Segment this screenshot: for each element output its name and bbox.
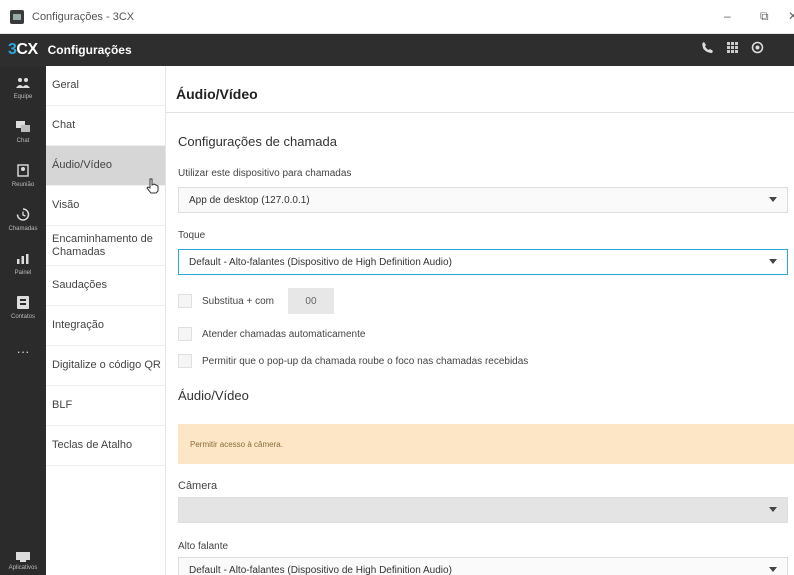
ringtone-value: Default - Alto-falantes (Dispositivo de … [189,256,452,268]
ring-label: Toque [178,230,206,241]
popup-focus-checkbox[interactable] [178,354,192,368]
header-actions [701,41,764,57]
rail-item-team[interactable]: Equipe [0,66,46,110]
auto-answer-checkbox[interactable] [178,327,192,341]
menu-item-label: Áudio/Vídeo [52,159,112,171]
dialpad-icon[interactable] [726,41,739,57]
hand-cursor-icon [146,178,160,198]
camera-warning-text: Permitir acesso à câmera. [190,439,283,449]
rail-item-meeting[interactable]: Reunião [0,154,46,198]
speaker-select[interactable]: Default - Alto-falantes (Dispositivo de … [178,557,788,575]
close-icon[interactable]: ✕ [788,9,794,23]
menu-item-chat[interactable]: Chat [46,106,165,146]
rail-item-contacts[interactable]: Contatos [0,286,46,330]
chevron-down-icon [769,567,777,572]
menu-item-greetings[interactable]: Saudações [46,266,165,306]
replace-plus-input[interactable]: 00 [287,288,334,314]
page-title: Áudio/Vídeo [176,86,258,102]
settings-menu: Geral Chat Áudio/Vídeo Visão Encaminhame… [46,66,166,575]
rail-item-more[interactable]: ··· [0,330,46,374]
popup-focus-label: Permitir que o pop-up da chamada roube o… [202,355,529,367]
settings-gear-icon[interactable] [751,41,764,57]
device-label: Utilizar este dispositivo para chamadas [178,168,352,179]
speaker-label: Alto falante [178,541,229,552]
contacts-icon [17,296,29,312]
call-device-value: App de desktop (127.0.0.1) [189,194,310,206]
apps-icon [0,551,46,565]
replace-plus-checkbox[interactable] [178,294,192,308]
menu-item-shortcuts[interactable]: Teclas de Atalho [46,426,165,466]
maximize-icon[interactable]: ⧉ [760,9,769,24]
window-title: Configurações - 3CX [32,10,135,23]
app-header: 3CX Configurações [0,34,794,66]
chevron-down-icon [769,259,777,264]
auto-answer-row: Atender chamadas automaticamente [178,327,365,341]
more-icon: ··· [16,344,30,359]
menu-item-integration[interactable]: Integração [46,306,165,346]
rail-item-panel[interactable]: Painel [0,242,46,286]
app-icon [10,9,24,24]
call-device-select[interactable]: App de desktop (127.0.0.1) [178,187,788,213]
camera-permission-warning[interactable]: Permitir acesso à câmera. [178,424,794,464]
meeting-icon [16,164,30,180]
3cx-logo: 3CX [8,41,38,58]
header-title: Configurações [47,43,132,57]
popup-focus-row: Permitir que o pop-up da chamada roube o… [178,354,528,368]
team-icon [16,77,30,92]
panel-icon [16,253,30,268]
calls-icon [16,208,30,224]
minimize-icon[interactable]: – [724,9,731,23]
audio-video-heading: Áudio/Vídeo [178,388,249,403]
menu-item-scan-qr[interactable]: Digitalize o código QR [46,346,165,386]
auto-answer-label: Atender chamadas automaticamente [202,328,366,340]
chevron-down-icon [769,507,777,512]
ringtone-select[interactable]: Default - Alto-falantes (Dispositivo de … [178,249,788,275]
menu-item-blf[interactable]: BLF [46,386,165,426]
replace-plus-row: Substitua + com 00 [178,288,334,314]
settings-content: Áudio/Vídeo Configurações de chamada Uti… [166,66,794,575]
speaker-value: Default - Alto-falantes (Dispositivo de … [189,564,452,575]
camera-label: Câmera [178,480,218,492]
divider [166,112,794,113]
rail-item-chat[interactable]: Chat [0,110,46,154]
menu-item-call-forwarding[interactable]: Encaminhamento de Chamadas [46,226,165,266]
chat-icon [16,120,30,136]
call-settings-heading: Configurações de chamada [178,134,337,149]
menu-item-audio-video[interactable]: Áudio/Vídeo [46,146,165,194]
camera-select[interactable] [178,497,788,523]
left-navigation-rail: Equipe Chat Reunião Chamadas Painel Cont… [0,66,46,575]
phone-icon[interactable] [701,41,714,57]
replace-plus-label: Substitua + com [202,295,274,307]
rail-item-calls[interactable]: Chamadas [0,198,46,242]
chevron-down-icon [769,197,777,202]
menu-item-general[interactable]: Geral [46,66,165,106]
rail-item-apps[interactable]: Aplicativos [0,551,46,571]
window-titlebar: Configurações - 3CX – ⧉ ✕ [0,0,794,34]
